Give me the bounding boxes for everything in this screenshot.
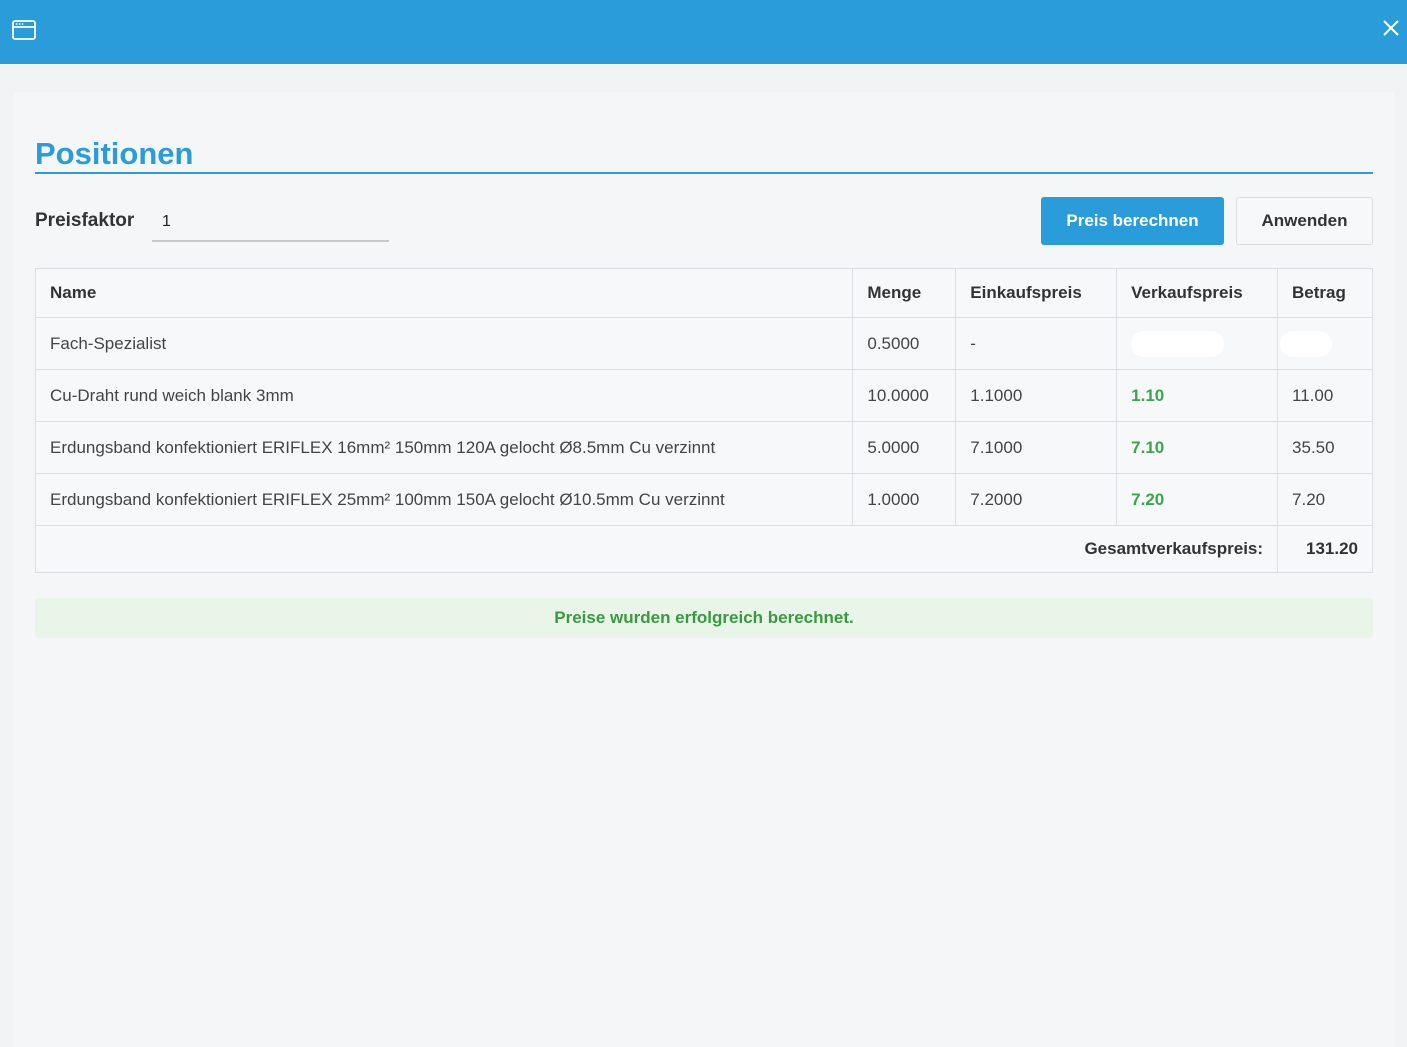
cell-verkaufspreis: 1.10	[1116, 369, 1279, 422]
cell-einkaufspreis: -	[955, 317, 1118, 370]
redacted-value	[1280, 330, 1333, 357]
cell-betrag: 7.20	[1277, 473, 1373, 526]
window-titlebar	[0, 0, 1407, 64]
redacted-value	[1131, 330, 1225, 357]
window-icon	[12, 20, 36, 40]
cell-menge: 0.5000	[852, 317, 957, 370]
cell-verkaufspreis: 7.20	[1116, 473, 1279, 526]
table-row[interactable]: Cu-Draht rund weich blank 3mm 10.0000 1.…	[34, 369, 1373, 422]
cell-menge: 5.0000	[852, 421, 957, 474]
total-value: 131.20	[1277, 525, 1373, 573]
table-row[interactable]: Erdungsband konfektioniert ERIFLEX 25mm²…	[34, 473, 1373, 526]
cell-betrag	[1277, 317, 1373, 370]
table-total-row: Gesamtverkaufspreis: 131.20	[34, 525, 1373, 573]
apply-button[interactable]: Anwenden	[1236, 197, 1373, 245]
price-factor-label: Preisfaktor	[35, 210, 135, 231]
title-divider	[35, 172, 1373, 174]
header-einkaufspreis[interactable]: Einkaufspreis	[955, 268, 1118, 318]
table-header-row: Name Menge Einkaufspreis Verkaufspreis B…	[34, 268, 1373, 318]
total-label: Gesamtverkaufspreis:	[34, 525, 1279, 573]
cell-betrag: 11.00	[1277, 369, 1373, 422]
cell-name: Erdungsband konfektioniert ERIFLEX 16mm²…	[34, 421, 854, 474]
table-row[interactable]: Fach-Spezialist 0.5000 -	[34, 317, 1373, 370]
cell-einkaufspreis: 7.2000	[955, 473, 1118, 526]
cell-menge: 10.0000	[852, 369, 957, 422]
header-verkaufspreis[interactable]: Verkaufspreis	[1116, 268, 1279, 318]
calculate-price-button[interactable]: Preis berechnen	[1041, 197, 1224, 245]
price-factor-input[interactable]	[152, 204, 389, 242]
cell-einkaufspreis: 7.1000	[955, 421, 1118, 474]
cell-verkaufspreis: 7.10	[1116, 421, 1279, 474]
cell-menge: 1.0000	[852, 473, 957, 526]
cell-name: Fach-Spezialist	[34, 317, 854, 370]
cell-betrag: 35.50	[1277, 421, 1373, 474]
header-name[interactable]: Name	[34, 268, 854, 318]
close-icon[interactable]	[1379, 16, 1403, 40]
cell-einkaufspreis: 1.1000	[955, 369, 1118, 422]
cell-verkaufspreis	[1116, 317, 1279, 370]
success-message: Preise wurden erfolgreich berechnet.	[35, 598, 1373, 638]
cell-name: Cu-Draht rund weich blank 3mm	[34, 369, 854, 422]
page-title: Positionen	[35, 136, 194, 171]
table-row[interactable]: Erdungsband konfektioniert ERIFLEX 16mm²…	[34, 421, 1373, 474]
positions-table: Name Menge Einkaufspreis Verkaufspreis B…	[34, 268, 1373, 573]
cell-name: Erdungsband konfektioniert ERIFLEX 25mm²…	[34, 473, 854, 526]
header-betrag[interactable]: Betrag	[1277, 268, 1373, 318]
header-menge[interactable]: Menge	[852, 268, 957, 318]
